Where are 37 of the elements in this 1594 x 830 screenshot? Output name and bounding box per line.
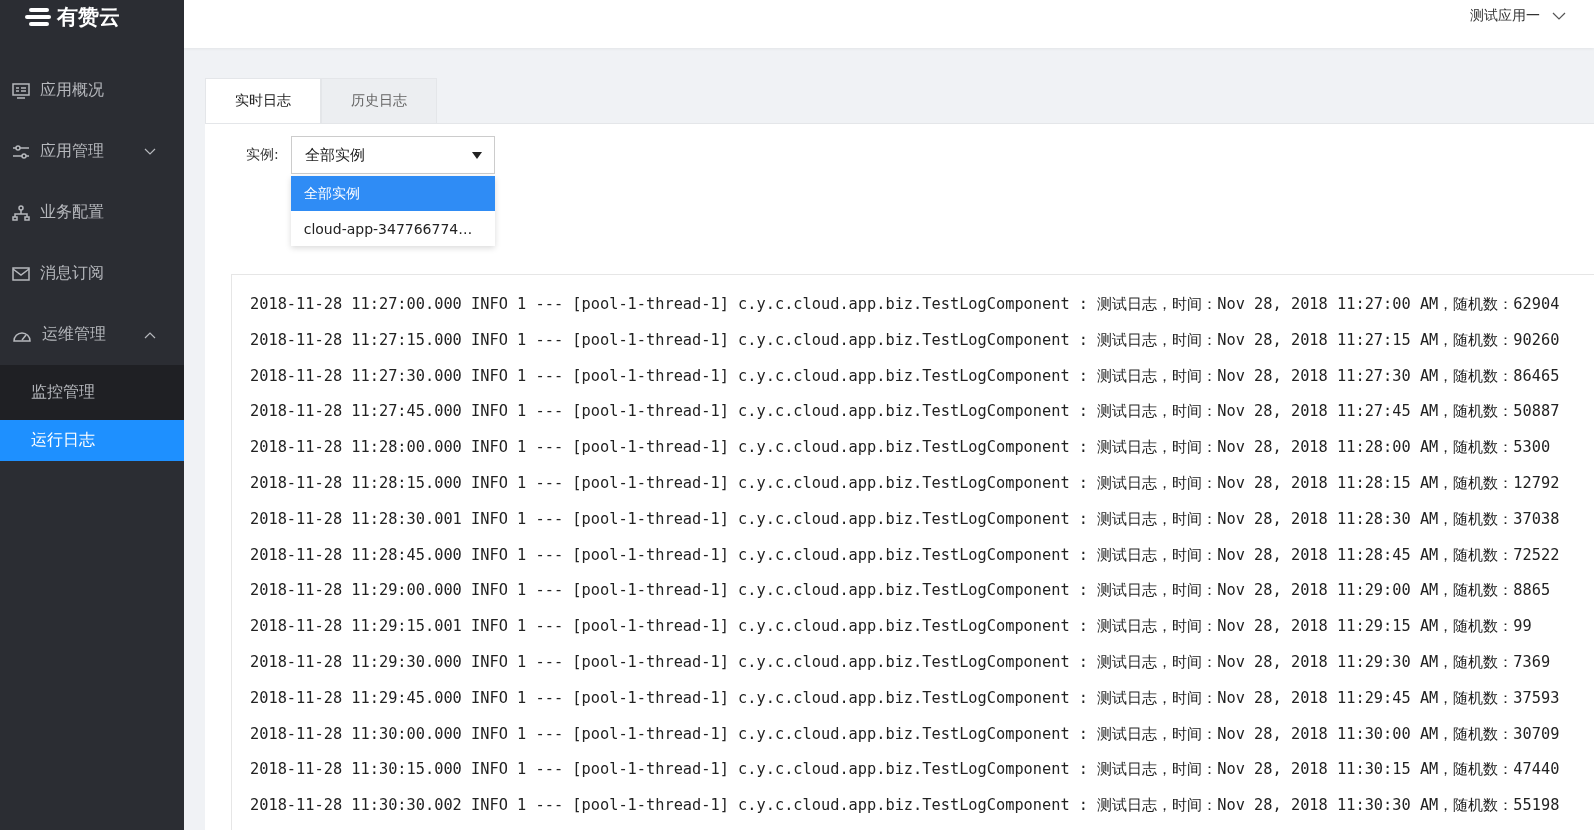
app-menu[interactable]: 测试应用一 bbox=[1470, 7, 1566, 25]
menu-item[interactable]: 消息订阅 bbox=[0, 243, 184, 304]
log-line: 2018-11-28 11:27:30.000 INFO 1 --- [pool-1-thread-1] c.y.c.cloud.app.biz.TestLogComponent : 测试日志，时间：Nov 28, 2018 11:27:30 AM，随机数：86465 bbox=[250, 365, 1561, 387]
log-line: 2018-11-28 11:28:45.000 INFO 1 --- [pool-1-thread-1] c.y.c.cloud.app.biz.TestLogComponent : 测试日志，时间：Nov 28, 2018 11:28:45 AM，随机数：72522 bbox=[250, 544, 1561, 566]
submenu-item[interactable]: 监控管理 bbox=[0, 365, 184, 420]
sliders-icon bbox=[12, 143, 30, 160]
log-line: 2018-11-28 11:27:15.000 INFO 1 --- [pool-1-thread-1] c.y.c.cloud.app.biz.TestLogComponent : 测试日志，时间：Nov 28, 2018 11:27:15 AM，随机数：90260 bbox=[250, 329, 1561, 351]
log-line: 2018-11-28 11:30:15.000 INFO 1 --- [pool-1-thread-1] c.y.c.cloud.app.biz.TestLogComponent : 测试日志，时间：Nov 28, 2018 11:30:15 AM，随机数：47440 bbox=[250, 759, 1561, 781]
tab[interactable]: 实时日志 bbox=[205, 78, 321, 123]
dropdown-option[interactable]: cloud-app-347766774… bbox=[290, 211, 495, 246]
menu-item[interactable]: 业务配置 bbox=[0, 182, 184, 243]
menu-item[interactable]: 运维管理 bbox=[0, 304, 184, 365]
menu-item[interactable]: 应用管理 bbox=[0, 121, 184, 182]
chevron-up-icon bbox=[144, 330, 156, 339]
monitor-icon bbox=[12, 82, 30, 99]
caret-icon bbox=[471, 151, 482, 159]
chevron-down-icon bbox=[144, 147, 156, 156]
hierarchy-icon bbox=[12, 204, 30, 221]
log-line: 2018-11-28 11:27:00.000 INFO 1 --- [pool-1-thread-1] c.y.c.cloud.app.biz.TestLogComponent : 测试日志，时间：Nov 28, 2018 11:27:00 AM，随机数：62904 bbox=[250, 294, 1561, 315]
log-line: 2018-11-28 11:28:00.000 INFO 1 --- [pool-1-thread-1] c.y.c.cloud.app.biz.TestLogComponent : 测试日志，时间：Nov 28, 2018 11:28:00 AM，随机数：5300 bbox=[250, 437, 1552, 459]
logo-icon bbox=[25, 7, 51, 27]
log-line: 2018-11-28 11:27:45.000 INFO 1 --- [pool-1-thread-1] c.y.c.cloud.app.biz.TestLogComponent : 测试日志，时间：Nov 28, 2018 11:27:45 AM，随机数：50887 bbox=[250, 401, 1561, 423]
log-line: 2018-11-28 11:29:45.000 INFO 1 --- [pool-1-thread-1] c.y.c.cloud.app.biz.TestLogComponent : 测试日志，时间：Nov 28, 2018 11:29:45 AM，随机数：37593 bbox=[250, 687, 1561, 709]
mail-icon bbox=[12, 265, 30, 282]
logo-text: 有赞云 bbox=[57, 4, 120, 31]
tab[interactable]: 历史日志 bbox=[321, 78, 437, 123]
log-line: 2018-11-28 11:28:15.000 INFO 1 --- [pool-1-thread-1] c.y.c.cloud.app.biz.TestLogComponent : 测试日志，时间：Nov 28, 2018 11:28:15 AM，随机数：12792 bbox=[250, 473, 1561, 494]
instance-select[interactable]: 全部实例 bbox=[290, 136, 495, 174]
instance-label: 实例: bbox=[246, 146, 279, 164]
log-line: 2018-11-28 11:29:15.001 INFO 1 --- [pool-1-thread-1] c.y.c.cloud.app.biz.TestLogComponent : 测试日志，时间：Nov 28, 2018 11:29:15 AM，随机数：99 bbox=[250, 616, 1533, 638]
menu-item[interactable]: 应用概况 bbox=[0, 60, 184, 121]
chevron-down-icon bbox=[1552, 12, 1566, 20]
log-line: 2018-11-28 11:29:30.000 INFO 1 --- [pool-1-thread-1] c.y.c.cloud.app.biz.TestLogComponent : 测试日志，时间：Nov 28, 2018 11:29:30 AM，随机数：7369 bbox=[250, 651, 1552, 673]
log-line: 2018-11-28 11:30:00.000 INFO 1 --- [pool-1-thread-1] c.y.c.cloud.app.biz.TestLogComponent : 测试日志，时间：Nov 28, 2018 11:30:00 AM，随机数：30709 bbox=[250, 723, 1561, 745]
log-line: 2018-11-28 11:30:30.002 INFO 1 --- [pool-1-thread-1] c.y.c.cloud.app.biz.TestLogComponent : 测试日志，时间：Nov 28, 2018 11:30:30 AM，随机数：55198 bbox=[250, 795, 1561, 817]
log-line: 2018-11-28 11:28:30.001 INFO 1 --- [pool-1-thread-1] c.y.c.cloud.app.biz.TestLogComponent : 测试日志，时间：Nov 28, 2018 11:28:30 AM，随机数：37038 bbox=[250, 508, 1561, 530]
log-line: 2018-11-28 11:29:00.000 INFO 1 --- [pool-1-thread-1] c.y.c.cloud.app.biz.TestLogComponent : 测试日志，时间：Nov 28, 2018 11:29:00 AM，随机数：8865 bbox=[250, 580, 1552, 602]
